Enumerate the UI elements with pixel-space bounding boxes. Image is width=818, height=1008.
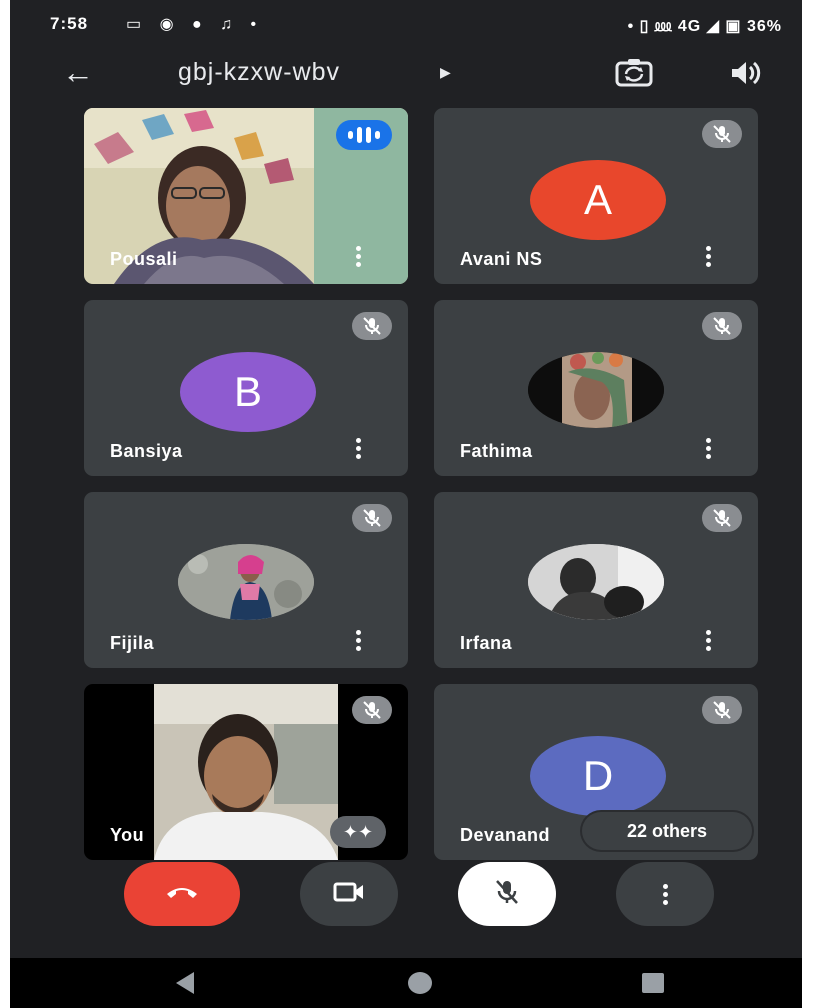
more-vert-icon[interactable] [706,438,712,460]
status-bar: 7:58 ▭ ◉ ● ♫ • • ▯ ⅏ 4G ◢ ▣ 36% [10,0,802,50]
nav-recents-icon[interactable] [642,973,664,993]
mic-off-icon [352,312,392,340]
avatar [528,352,664,428]
system-status-icons: • ▯ ⅏ 4G ◢ ▣ 36% [627,18,782,35]
speaking-indicator-icon [336,120,392,150]
more-vert-icon [662,883,668,905]
end-call-icon [164,882,200,907]
notification-icons: ▭ ◉ ● ♫ • [126,16,264,33]
camera-icon [333,881,365,908]
more-vert-icon[interactable] [356,246,362,268]
mic-off-icon [702,696,742,724]
switch-camera-icon[interactable] [614,58,654,93]
participant-tile[interactable]: Irfana [434,492,758,668]
participant-name: Pousali [110,249,178,269]
participant-tile[interactable]: Fijila [84,492,408,668]
more-vert-icon[interactable] [706,630,712,652]
participant-name: Avani NS [460,249,543,269]
nav-home-icon[interactable] [408,972,432,994]
others-count-button[interactable]: 22 others [582,812,752,850]
participant-tile[interactable]: Pousali [84,108,408,284]
avatar: B [180,352,316,432]
status-time: 7:58 [50,14,89,33]
mic-off-icon [352,696,392,724]
participant-name: Fathima [460,441,533,461]
mic-off-icon [702,312,742,340]
back-arrow-icon[interactable]: ← [62,56,94,88]
effects-sparkle-icon[interactable]: ✦✦ [330,816,386,848]
participant-name: Irfana [460,633,513,653]
participant-name: Bansiya [110,441,183,461]
self-tile[interactable]: You ✦✦ [84,684,408,860]
participant-tile[interactable]: D Devanand 22 others [434,684,758,860]
participant-name: Fijila [110,633,155,653]
system-nav-bar [10,958,802,1008]
more-vert-icon[interactable] [356,438,362,460]
mic-toggle-button[interactable] [458,862,556,926]
mic-off-icon [702,120,742,148]
more-options-button[interactable] [616,862,714,926]
participant-tile[interactable]: B Bansiya [84,300,408,476]
end-call-button[interactable] [124,862,240,926]
call-header: ← gbj-kzxw-wbv ▶ [10,50,802,100]
more-vert-icon[interactable] [356,630,362,652]
participant-name: You [110,825,145,845]
mic-off-icon [494,878,520,911]
participant-name: Devanand [460,825,551,845]
more-vert-icon[interactable] [706,246,712,268]
meet-call-screen: 7:58 ▭ ◉ ● ♫ • • ▯ ⅏ 4G ◢ ▣ 36% ← gbj-kz… [10,0,802,1008]
avatar [528,544,664,620]
avatar [178,544,314,620]
avatar: A [530,160,666,240]
caret-right-icon[interactable]: ▶ [440,64,451,81]
mic-off-icon [352,504,392,532]
self-video [154,684,338,860]
avatar: D [530,736,666,816]
meeting-code[interactable]: gbj-kzxw-wbv [178,58,340,87]
nav-back-icon[interactable] [176,972,194,994]
camera-toggle-button[interactable] [300,862,398,926]
speaker-icon[interactable] [728,58,764,93]
participant-tile[interactable]: Fathima [434,300,758,476]
mic-off-icon [702,504,742,532]
participant-tile[interactable]: A Avani NS [434,108,758,284]
